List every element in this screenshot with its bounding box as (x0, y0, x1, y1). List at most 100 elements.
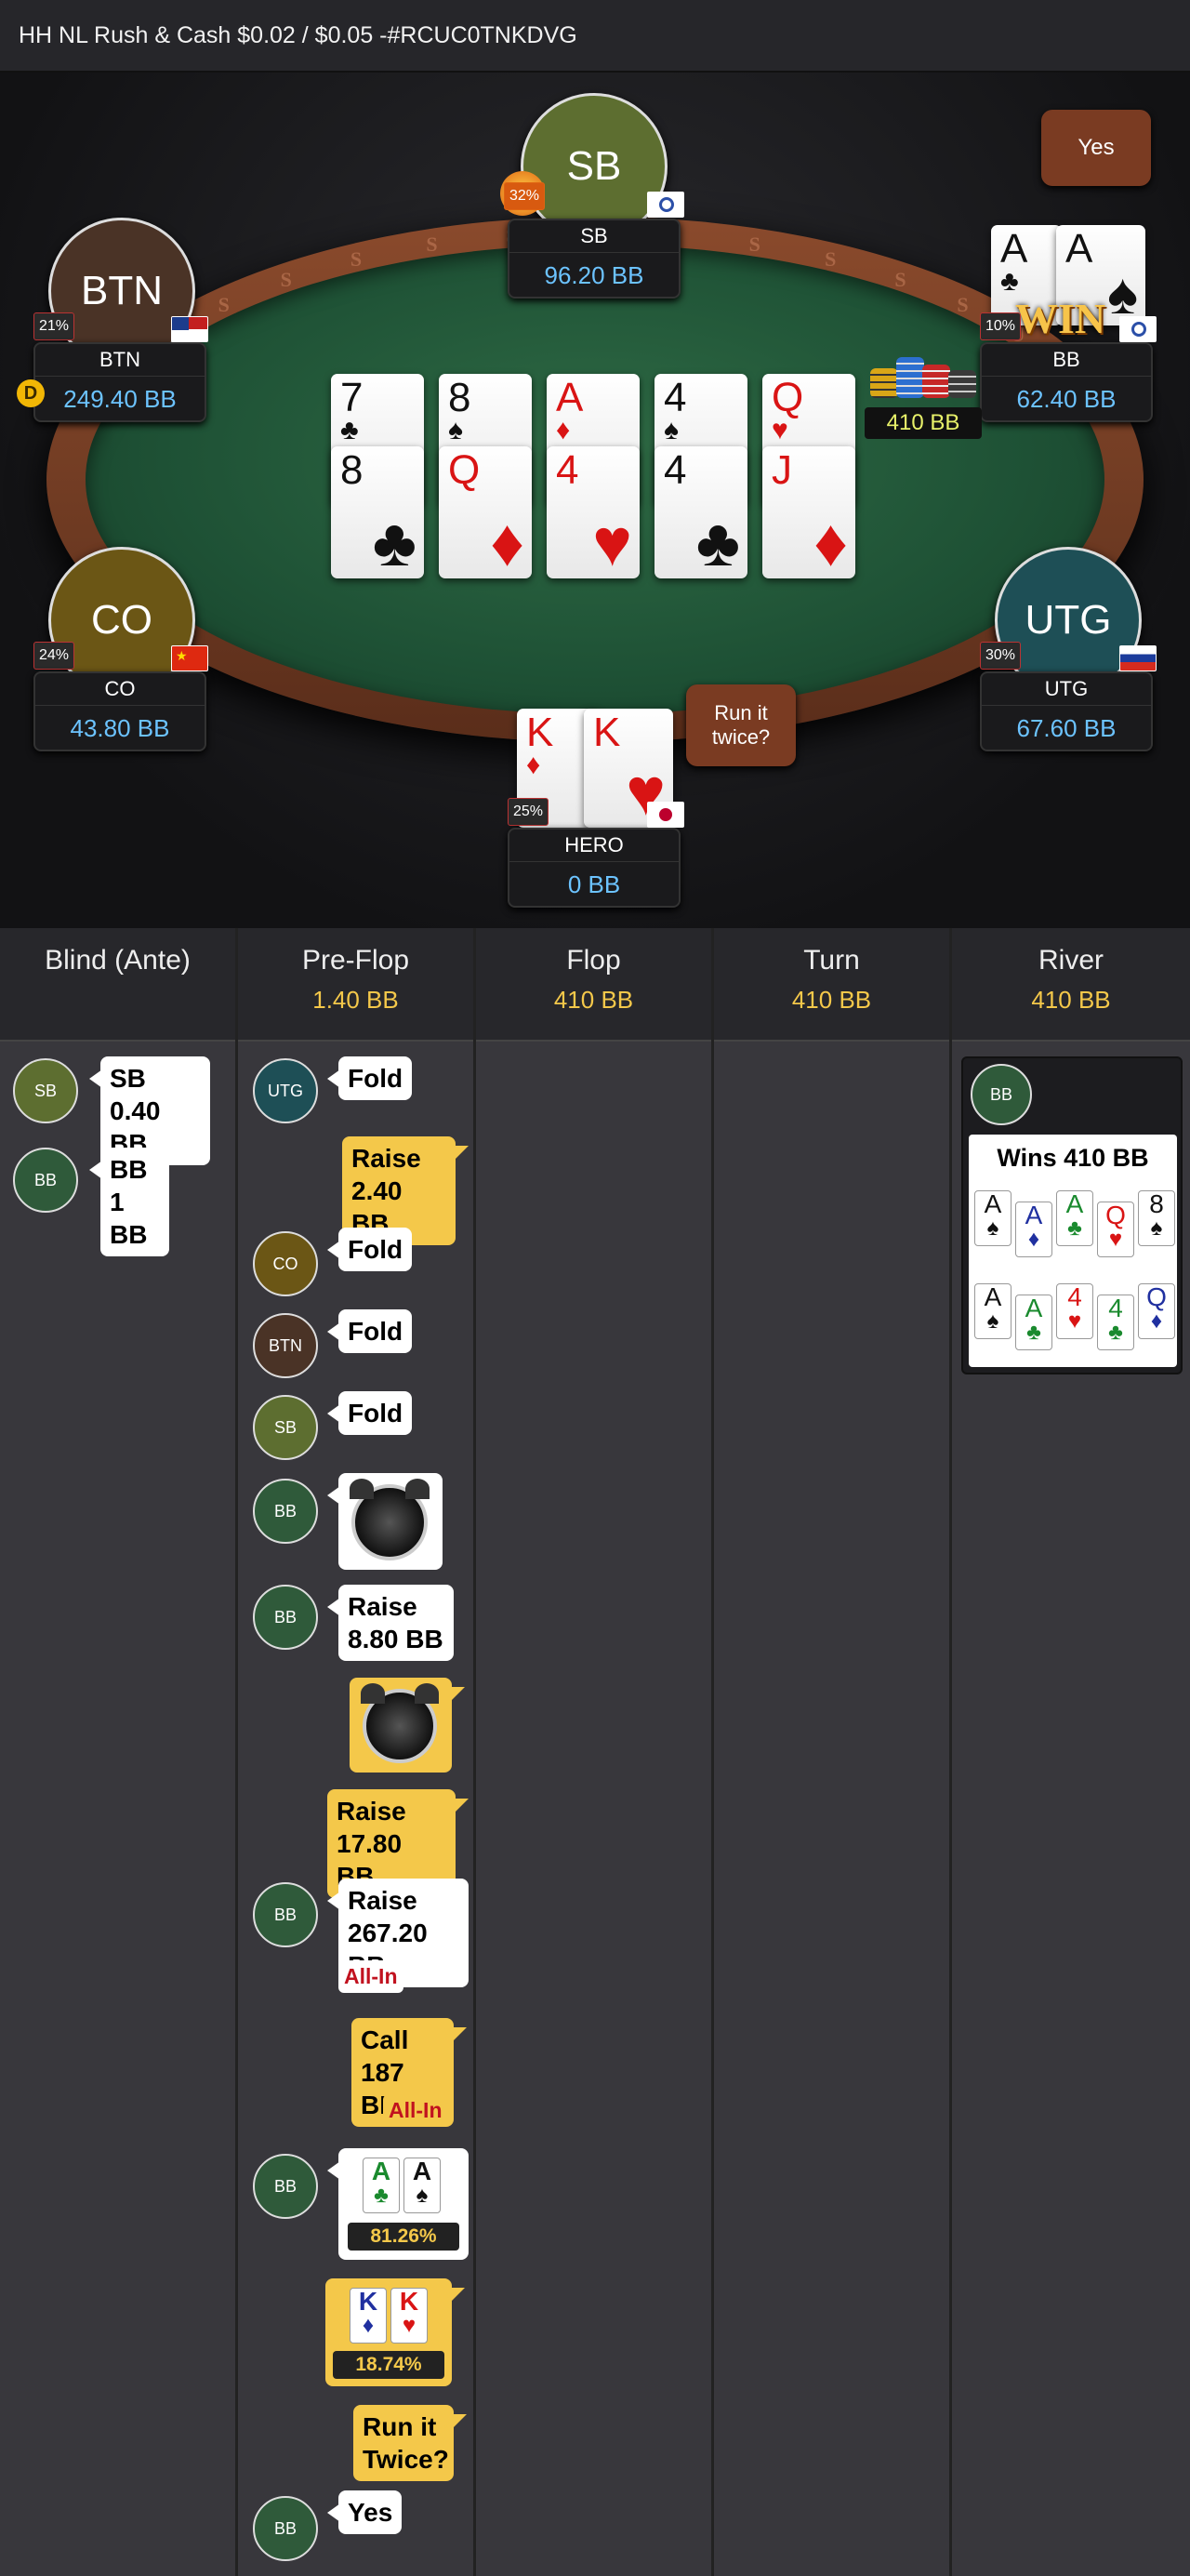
action-bb-raise-line1: Raise (348, 1592, 417, 1621)
rail-letter: S (426, 232, 438, 257)
action-sb-fold-text: Fold (348, 1399, 403, 1427)
action-btn-fold: Fold (327, 1309, 413, 1353)
board-card-rank: 8 (340, 447, 364, 493)
river-card-r2-1: A ♠ (974, 1283, 1012, 1339)
stack-hero: 0 BB (567, 870, 621, 898)
avatar-co-mini-label: CO (272, 1254, 298, 1273)
poker-table-area: SSSSSSSSSSSSSSUSS SB 32% SB 96.20 BB BTN… (0, 73, 1190, 928)
name-bb: BB (982, 348, 1151, 377)
chat-bubble-bb: Yes (1041, 110, 1151, 186)
action-hero-timebank (350, 1678, 465, 1773)
bubble-tail (327, 2161, 340, 2180)
street-header-flop: Flop 410 BB (476, 928, 711, 1042)
board-card-suit: ♦ (813, 506, 848, 580)
river-card-r1-2: A ♦ (1015, 1202, 1052, 1257)
alarm-clock-icon-2 (361, 1683, 439, 1763)
avatar-bb-mini-6-label: BB (273, 2518, 297, 2538)
action-hero-call-line1: Call (361, 2025, 409, 2054)
bb-show-card-2: A ♠ (403, 2158, 441, 2213)
action-hero-show: K ♦ K ♥ 18.74% (325, 2278, 465, 2386)
action-co-fold: Fold (327, 1228, 413, 1271)
rail-letter: S (825, 246, 837, 271)
river-card-r2-5: Q ♦ (1138, 1283, 1175, 1339)
action-hero-run-it-twice: Run it Twice? (353, 2405, 467, 2481)
nameplate-btn: BTN 249.40 BB (33, 342, 206, 422)
rail-letter: S (350, 246, 363, 271)
street-title-flop: Flop (566, 945, 621, 976)
board-card-rank: 8 (448, 375, 471, 420)
avatar-utg-label: UTG (1025, 597, 1112, 643)
bubble-tail (327, 1241, 340, 1259)
river-card-r2-3: 4 ♥ (1056, 1283, 1093, 1339)
river-card-r1-5: 8 ♠ (1138, 1190, 1175, 1246)
bubble-tail (450, 2288, 465, 2303)
pct-badge-btn: 21% (33, 312, 74, 340)
allin-badge-hero: All-In (383, 2094, 448, 2127)
river-win-box: Wins 410 BB A ♠ A ♦ A ♣ Q ♥ 8 ♠ A ♠ A ♣ 4 ♥ 4 ♣ Q ♦ (969, 1135, 1177, 1367)
avatar-bb-mini-6: BB (253, 2496, 318, 2561)
action-sb-blind-line1: SB (110, 1064, 146, 1093)
nameplate-hero: HERO 0 BB (508, 828, 681, 908)
street-pot-flop: 410 BB (553, 986, 634, 1014)
board-card-rank: 4 (664, 375, 687, 420)
column-preflop: Pre-Flop 1.40 BB UTG Fold Raise 2.40 BB CO… (238, 928, 476, 2576)
board-card-suit: ♦ (556, 415, 571, 445)
avatar-bb-mini: BB (13, 1148, 78, 1213)
action-history: Blind (Ante) SB SB 0.40 BB BB BB 1 BB Pre-… (0, 928, 1190, 2576)
avatar-bb-river-label: BB (989, 1084, 1012, 1104)
avatar-bb-mini-label: BB (33, 1170, 57, 1189)
bb-card-2-suit: ♠ (1107, 262, 1138, 326)
action-bb-raise: Raise 8.80 BB (327, 1585, 454, 1661)
river-card-rank: Q (1146, 1282, 1167, 1311)
river-card-rank: 8 (1149, 1189, 1164, 1218)
pct-badge-utg: 30% (980, 642, 1021, 670)
bubble-tail (452, 2027, 467, 2042)
hero-show-card-2-suit: ♥ (402, 2313, 416, 2338)
street-title-blind: Blind (Ante) (45, 945, 191, 976)
hero-show-card-1-rank: K (358, 2287, 378, 2316)
name-hero: HERO (509, 833, 679, 862)
nameplate-bb: BB 62.40 BB (980, 342, 1153, 422)
stack-btn: 249.40 BB (63, 385, 177, 413)
river-card-rank: A (1025, 1294, 1043, 1322)
street-title-river: River (1038, 945, 1104, 976)
bubble-tail (89, 1161, 102, 1179)
avatar-sb-mini-2: SB (253, 1395, 318, 1460)
bubble-tail (327, 2503, 340, 2522)
avatar-bb-mini-2-label: BB (273, 1501, 297, 1520)
street-header-blind: Blind (Ante) (0, 928, 235, 1042)
bb-show-card-2-rank: A (412, 2157, 432, 2185)
avatar-bb-river: BB (971, 1064, 1032, 1125)
column-flop: Flop 410 BB (476, 928, 714, 2576)
nameplate-utg: UTG 67.60 BB (980, 671, 1153, 751)
board-card-rank: 4 (664, 447, 687, 493)
wins-label: Wins 410 BB (997, 1144, 1149, 1172)
name-btn: BTN (35, 348, 205, 377)
river-card-rank: 4 (1067, 1282, 1082, 1311)
hero-show-card-2: K ♥ (390, 2288, 428, 2344)
flag-icon-sb (647, 192, 684, 218)
board-card-r2-4: 4 ♣ (654, 446, 747, 578)
board-card-r2-2: Q ♦ (439, 446, 532, 578)
action-bb-show: A ♣ A ♠ 81.26% (327, 2148, 469, 2260)
bb-show-card-1: A ♣ (363, 2158, 400, 2213)
bubble-tail (452, 2414, 467, 2429)
river-card-suit: ♠ (986, 1308, 999, 1334)
board-card-rank: Q (772, 375, 804, 420)
bb-card-2-rank: A (1065, 226, 1093, 272)
column-blind: Blind (Ante) SB SB 0.40 BB BB BB 1 BB (0, 928, 238, 2576)
action-utg-fold-text: Fold (348, 1064, 403, 1093)
action-hero-rit-line2: Twice? (363, 2445, 449, 2474)
bb-show-card-2-suit: ♠ (416, 2183, 429, 2208)
river-card-r1-1: A ♠ (974, 1190, 1012, 1246)
avatar-bb-mini-5-label: BB (273, 2176, 297, 2196)
avatar-co-mini: CO (253, 1231, 318, 1296)
action-sb-fold: Fold (327, 1391, 413, 1435)
bb-show-card-1-rank: A (371, 2157, 391, 2185)
river-card-r1-3: A ♣ (1056, 1190, 1093, 1246)
stack-bb: 62.40 BB (1016, 385, 1117, 413)
avatar-btn-label: BTN (81, 268, 163, 313)
avatar-bb-mini-4-label: BB (273, 1905, 297, 1924)
stack-co: 43.80 BB (70, 714, 170, 742)
stack-sb: 96.20 BB (544, 261, 644, 289)
